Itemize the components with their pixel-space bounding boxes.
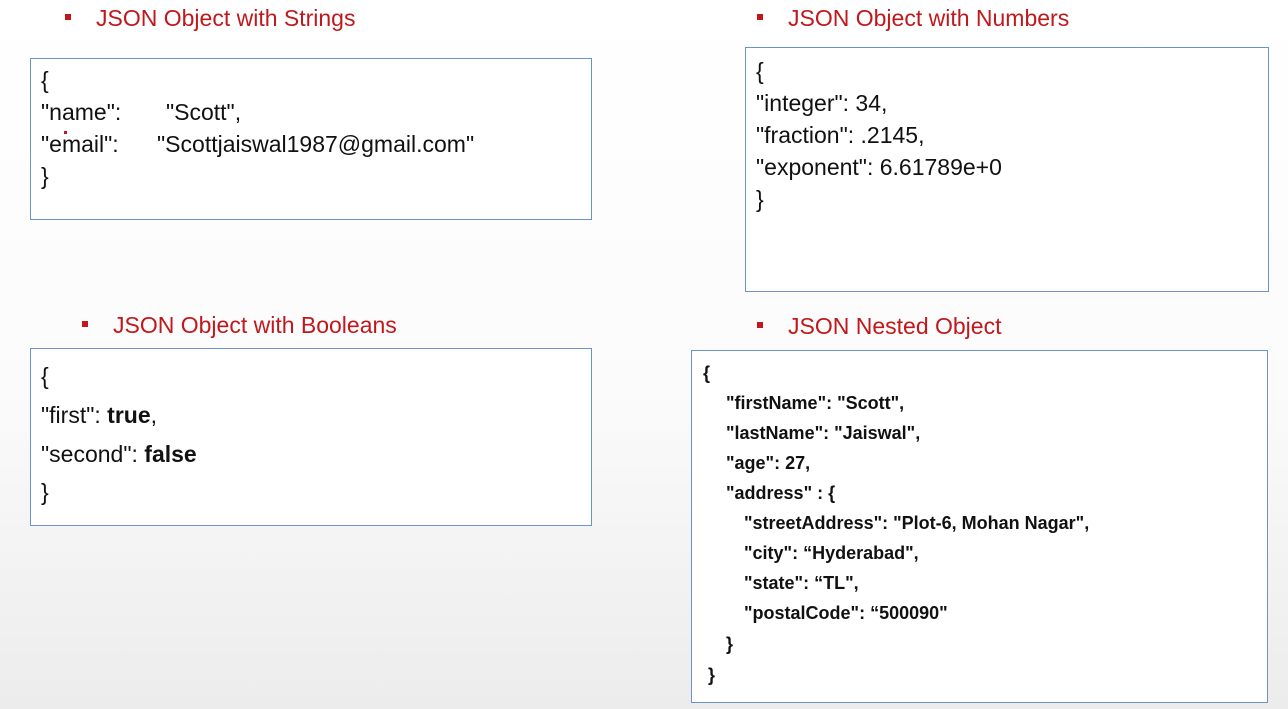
- code-line: }: [708, 665, 716, 685]
- code-line: {: [703, 363, 711, 383]
- json-nested-box: { "firstName": "Scott", "lastName": "Jai…: [691, 350, 1268, 703]
- code-line: "age": 27,: [726, 453, 811, 473]
- code-line: "exponent": 6.61789e+0: [756, 154, 1002, 180]
- code-line: "email": "Scottjaiswal1987@gmail.com": [41, 131, 475, 157]
- comma: ,: [150, 402, 158, 428]
- heading-nested: JSON Nested Object: [757, 313, 1001, 340]
- heading-strings-label: JSON Object with Strings: [96, 5, 356, 31]
- code-line: "fraction": .2145,: [756, 122, 925, 148]
- bullet-icon: [65, 13, 71, 20]
- value-false: false: [144, 441, 197, 467]
- key-first: "first":: [41, 402, 108, 428]
- code-line: "lastName": "Jaiswal",: [726, 423, 921, 443]
- heading-strings: JSON Object with Strings: [65, 5, 355, 32]
- code-line: "city": “Hyderabad",: [744, 543, 919, 563]
- code-line: "postalCode": “500090": [744, 603, 948, 623]
- key-second: "second":: [41, 441, 145, 467]
- heading-numbers-label: JSON Object with Numbers: [788, 5, 1070, 31]
- code-line: "streetAddress": "Plot-6, Mohan Nagar",: [744, 513, 1090, 533]
- code-line: "state": “TL",: [744, 573, 859, 593]
- code-line-first: "first": true,: [41, 402, 157, 429]
- heading-nested-label: JSON Nested Object: [788, 313, 1002, 339]
- code-line: "firstName": "Scott",: [726, 393, 905, 413]
- code-line: "integer": 34,: [756, 90, 888, 116]
- code-line: "address" : {: [726, 483, 836, 503]
- heading-booleans: JSON Object with Booleans: [82, 312, 397, 339]
- code-line: {: [756, 58, 764, 84]
- code-line: }: [756, 186, 764, 212]
- code-line: }: [726, 634, 734, 654]
- heading-numbers: JSON Object with Numbers: [757, 5, 1069, 32]
- json-booleans-box: { "first": true, "second": false }: [30, 348, 592, 526]
- bullet-icon: [82, 320, 88, 327]
- code-line-second: "second": false: [41, 441, 197, 468]
- json-strings-box: { "name": "Scott", "email": "Scottjaiswa…: [30, 58, 592, 220]
- json-numbers-box: { "integer": 34, "fraction": .2145, "exp…: [745, 47, 1269, 292]
- heading-booleans-label: JSON Object with Booleans: [113, 312, 397, 338]
- bullet-icon: [757, 13, 763, 20]
- red-tick-mark: [64, 131, 67, 134]
- code-line: {: [41, 363, 49, 389]
- code-line: "name": "Scott",: [41, 99, 242, 125]
- value-true: true: [107, 402, 151, 428]
- code-line: {: [41, 67, 49, 93]
- code-line: }: [41, 479, 49, 505]
- bullet-icon: [757, 321, 763, 328]
- code-line: }: [41, 163, 49, 189]
